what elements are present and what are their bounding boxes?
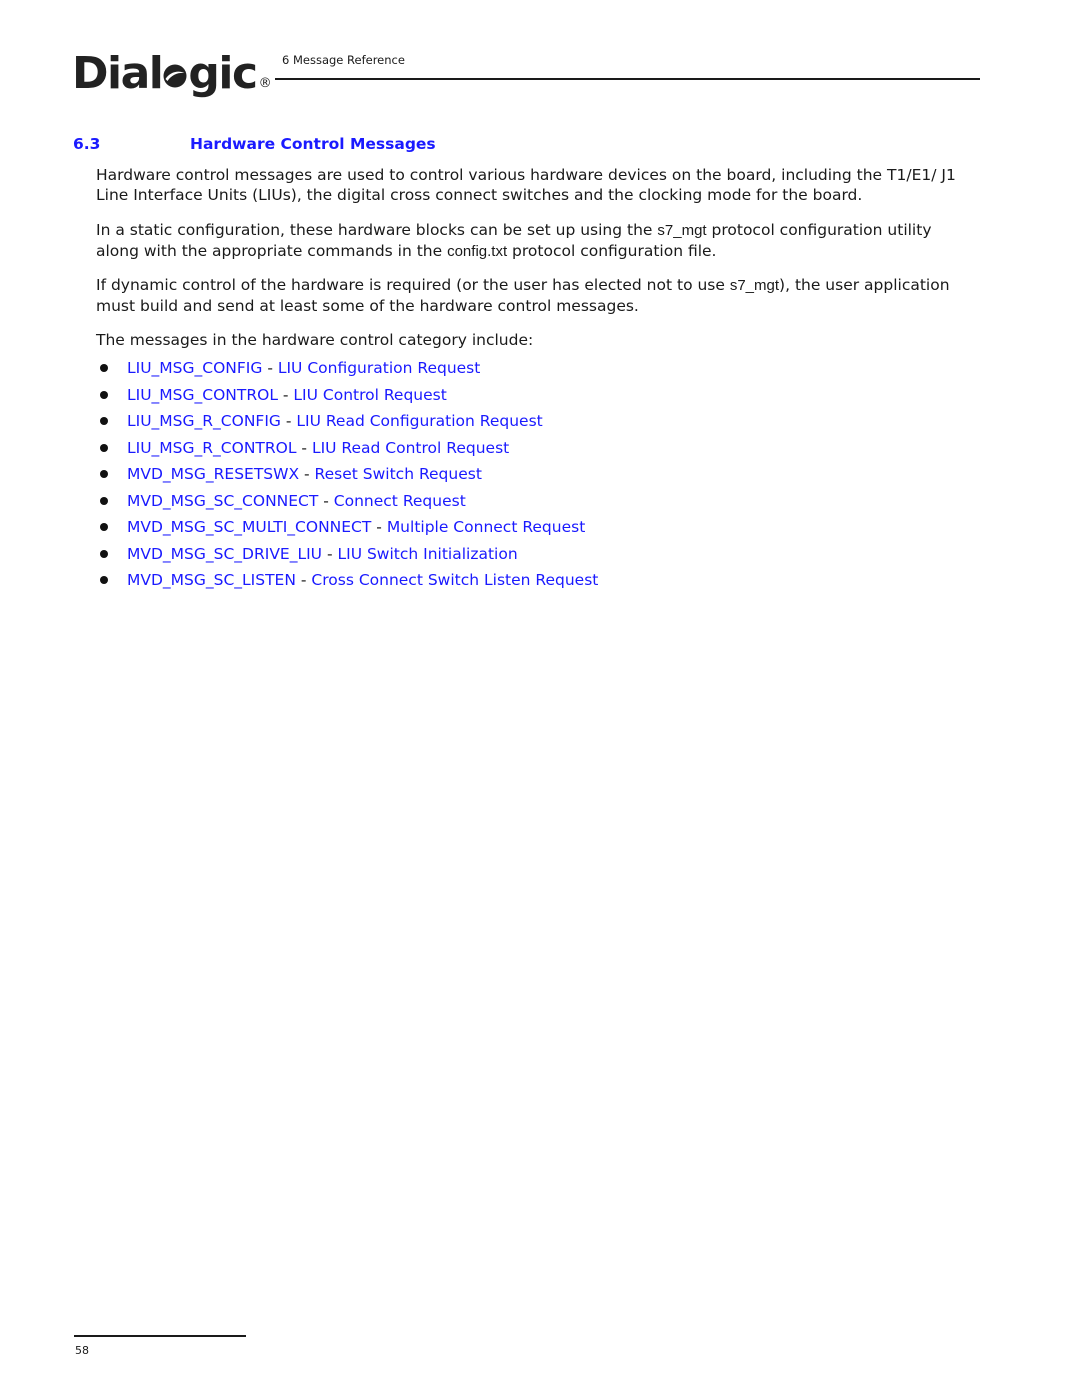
bullet-icon [100, 417, 108, 425]
list-item: LIU_MSG_R_CONTROL - LIU Read Control Req… [96, 437, 598, 464]
p3-text-1: If dynamic control of the hardware is re… [96, 276, 730, 294]
message-description-link[interactable]: Multiple Connect Request [387, 518, 585, 536]
config-txt-term: config.txt [447, 243, 508, 260]
logo-text-start: Dial [72, 48, 164, 99]
p2-text-1: In a static configuration, these hardwar… [96, 221, 658, 239]
message-description-link[interactable]: LIU Read Configuration Request [296, 412, 542, 430]
paragraph-static-config: In a static configuration, these hardwar… [96, 220, 976, 262]
separator: - [318, 491, 334, 510]
bullet-icon [100, 523, 108, 531]
logo-swoosh-icon [163, 52, 187, 88]
bullet-icon [100, 576, 108, 584]
separator: - [296, 438, 312, 457]
message-name-link[interactable]: LIU_MSG_CONFIG [127, 359, 262, 377]
message-name-link[interactable]: MVD_MSG_SC_CONNECT [127, 492, 318, 510]
list-item: MVD_MSG_SC_MULTI_CONNECT - Multiple Conn… [96, 516, 598, 543]
s7-mgt-term: s7_mgt [657, 222, 707, 239]
bullet-icon [100, 470, 108, 478]
paragraph-dynamic-control: If dynamic control of the hardware is re… [96, 275, 976, 316]
separator: - [322, 544, 338, 563]
page-number: 58 [75, 1344, 89, 1357]
message-name-link[interactable]: LIU_MSG_CONTROL [127, 386, 278, 404]
logo-text-end: gic [188, 48, 258, 99]
message-name-link[interactable]: LIU_MSG_R_CONFIG [127, 412, 281, 430]
bullet-icon [100, 364, 108, 372]
message-name-link[interactable]: MVD_MSG_SC_DRIVE_LIU [127, 545, 322, 563]
bullet-icon [100, 549, 108, 558]
section-title: Hardware Control Messages [190, 135, 436, 153]
list-item: MVD_MSG_SC_CONNECT - Connect Request [96, 490, 598, 517]
message-description-link[interactable]: Connect Request [334, 492, 466, 510]
message-description-link[interactable]: LIU Control Request [293, 386, 446, 404]
dialogic-logo: Dial gic ® [72, 40, 272, 99]
message-description-link[interactable]: LIU Configuration Request [278, 359, 480, 377]
separator: - [277, 385, 294, 404]
bullet-icon [100, 443, 108, 452]
bullet-icon [100, 496, 108, 505]
s7-mgt-term: s7_mgt [729, 277, 780, 294]
list-item: LIU_MSG_CONTROL - LIU Control Request [96, 384, 598, 411]
bullet-icon [100, 390, 108, 399]
separator: - [262, 359, 278, 377]
registered-mark: ® [258, 76, 272, 91]
list-item: MVD_MSG_SC_LISTEN - Cross Connect Switch… [96, 569, 598, 596]
p2-text-3: protocol configuration file. [507, 242, 717, 260]
list-item: MVD_MSG_SC_DRIVE_LIU - LIU Switch Initia… [96, 543, 598, 570]
hardware-message-list: LIU_MSG_CONFIG - LIU Configuration Reque… [96, 357, 598, 596]
message-description-link[interactable]: Reset Switch Request [315, 465, 482, 483]
message-name-link[interactable]: MVD_MSG_SC_MULTI_CONNECT [127, 518, 371, 536]
separator: - [299, 465, 315, 483]
paragraph-list-intro: The messages in the hardware control cat… [96, 331, 534, 349]
paragraph-intro: Hardware control messages are used to co… [96, 166, 956, 204]
footer-divider [74, 1335, 246, 1337]
header-divider [275, 78, 980, 80]
list-item: LIU_MSG_R_CONFIG - LIU Read Configuratio… [96, 410, 598, 437]
message-name-link[interactable]: LIU_MSG_R_CONTROL [127, 439, 297, 457]
message-description-link[interactable]: Cross Connect Switch Listen Request [311, 571, 598, 589]
separator: - [280, 412, 297, 430]
message-description-link[interactable]: LIU Read Control Request [312, 439, 509, 457]
message-description-link[interactable]: LIU Switch Initialization [337, 545, 517, 563]
section-number: 6.3 [73, 135, 101, 153]
message-name-link[interactable]: MVD_MSG_RESETSWX [127, 465, 299, 483]
separator: - [371, 518, 387, 536]
separator: - [295, 571, 312, 589]
message-name-link[interactable]: MVD_MSG_SC_LISTEN [127, 571, 296, 589]
logo-wordmark: Dial gic ® [72, 48, 272, 99]
chapter-title: 6 Message Reference [282, 53, 405, 67]
list-item: LIU_MSG_CONFIG - LIU Configuration Reque… [96, 357, 598, 384]
list-item: MVD_MSG_RESETSWX - Reset Switch Request [96, 463, 598, 490]
